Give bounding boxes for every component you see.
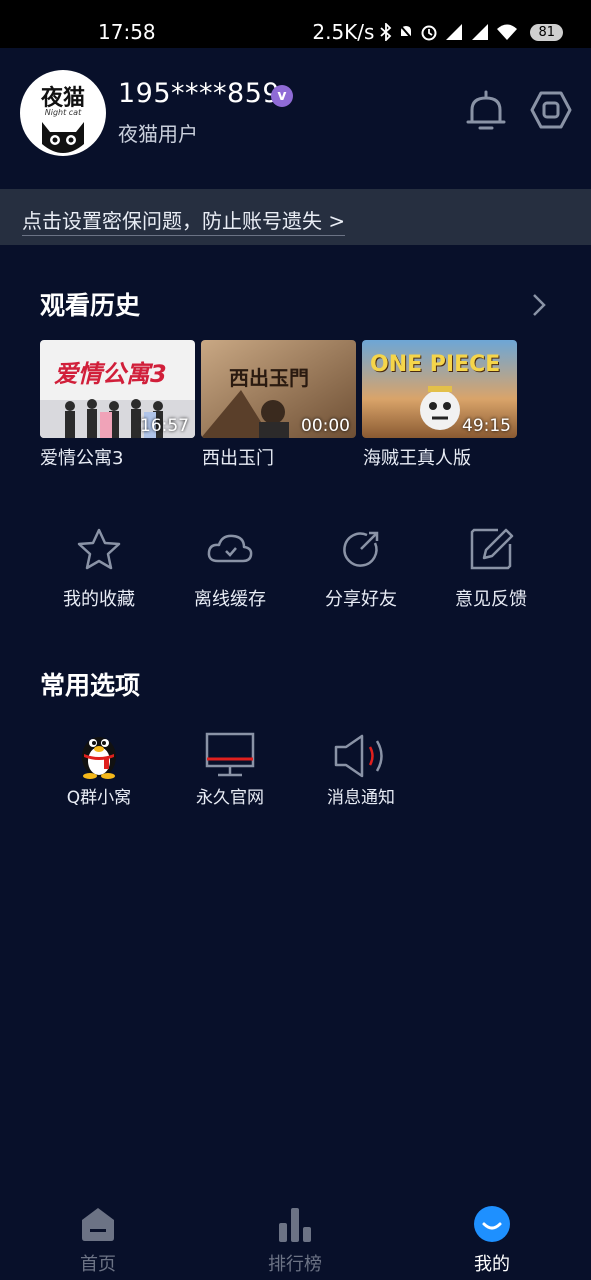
official-site-label: 永久官网: [196, 788, 264, 808]
edit-icon: [441, 525, 541, 573]
video-duration: 00:00: [301, 416, 350, 436]
favorites-button[interactable]: 我的收藏: [49, 525, 149, 611]
chart-icon: [235, 1204, 355, 1244]
mute-bell-icon: [398, 23, 415, 41]
status-icons: 2.5K/s 81: [312, 20, 563, 44]
profile-header: 夜猫 Night cat 195****859 v 夜猫用户: [0, 48, 591, 188]
tab-mine-label: 我的: [474, 1254, 510, 1275]
official-site-button[interactable]: 永久官网: [180, 725, 280, 808]
tab-home-label: 首页: [80, 1254, 116, 1275]
history-item-title[interactable]: 海贼王真人版: [363, 444, 471, 470]
cat-logo-icon: [42, 122, 84, 153]
share-friends-button[interactable]: 分享好友: [311, 525, 411, 611]
profile-icon: [432, 1204, 552, 1244]
notifications-label: 消息通知: [327, 788, 395, 808]
poster-text: 西出玉門: [229, 366, 309, 390]
avatar[interactable]: 夜猫 Night cat: [20, 70, 106, 156]
qq-group-label: Q群小窝: [66, 788, 132, 808]
security-notice-text[interactable]: 点击设置密保问题，防止账号遗失 >: [22, 205, 346, 236]
favorites-label: 我的收藏: [63, 589, 135, 610]
offline-cache-label: 离线缓存: [194, 589, 266, 610]
poster-text: ONE PIECE: [370, 352, 501, 377]
monitor-icon: [180, 725, 280, 779]
username[interactable]: 195****859: [118, 78, 280, 109]
qq-group-button[interactable]: Q群小窝: [49, 725, 149, 808]
bell-icon[interactable]: [466, 88, 506, 136]
home-icon: [38, 1204, 158, 1244]
battery-level: 81: [530, 23, 563, 41]
poster-text: 爱情公寓3: [54, 360, 167, 388]
history-item-3[interactable]: ONE PIECE 49:15: [362, 340, 517, 438]
speaker-icon: [311, 725, 411, 779]
bottom-tab-bar: 首页 排行榜 我的: [0, 1190, 591, 1280]
chevron-right-icon[interactable]: [530, 292, 548, 322]
avatar-subtext: Night cat: [44, 108, 82, 117]
history-item-1[interactable]: 爱情公寓3 16:57: [40, 340, 195, 438]
cloud-download-icon: [180, 525, 280, 573]
user-tag: 夜猫用户: [118, 122, 198, 146]
video-duration: 16:57: [140, 416, 189, 436]
tab-mine[interactable]: 我的: [432, 1204, 552, 1276]
signal-icon: [444, 23, 464, 41]
common-options-title: 常用选项: [40, 671, 141, 700]
video-duration: 49:15: [462, 416, 511, 436]
signal-icon-2: [470, 23, 490, 41]
notifications-button[interactable]: 消息通知: [311, 725, 411, 808]
network-speed: 2.5K/s: [312, 20, 375, 44]
status-time: 17:58: [98, 20, 156, 44]
history-title: 观看历史: [40, 291, 141, 320]
feedback-button[interactable]: 意见反馈: [441, 525, 541, 611]
offline-cache-button[interactable]: 离线缓存: [180, 525, 280, 611]
wifi-icon: [496, 23, 518, 41]
feedback-label: 意见反馈: [455, 589, 527, 610]
tab-home[interactable]: 首页: [38, 1204, 158, 1276]
share-icon: [311, 525, 411, 573]
tab-ranking[interactable]: 排行榜: [235, 1204, 355, 1276]
status-bar: 17:58 2.5K/s 81: [0, 0, 591, 48]
history-item-title[interactable]: 爱情公寓3: [40, 444, 123, 470]
star-icon: [49, 525, 149, 573]
share-friends-label: 分享好友: [325, 589, 397, 610]
alarm-icon: [420, 23, 438, 41]
vip-badge-icon: v: [271, 85, 293, 107]
history-item-title[interactable]: 西出玉门: [202, 444, 274, 470]
history-item-2[interactable]: 西出玉門 00:00: [201, 340, 356, 438]
qq-penguin-icon: [49, 725, 149, 779]
security-notice-bar[interactable]: 点击设置密保问题，防止账号遗失 >: [0, 189, 591, 245]
tab-ranking-label: 排行榜: [268, 1254, 322, 1275]
bluetooth-icon: [380, 23, 392, 41]
settings-icon[interactable]: [530, 90, 572, 134]
